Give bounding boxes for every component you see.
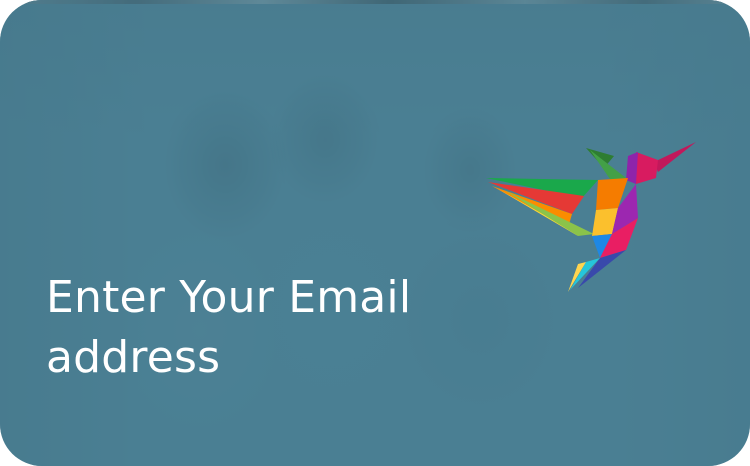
- email-step-card: Enter Your Email address: [0, 0, 750, 466]
- title-line-2: address: [46, 332, 221, 383]
- page-title: Enter Your Email address: [46, 268, 566, 388]
- title-line-1: Enter Your Email: [46, 272, 412, 323]
